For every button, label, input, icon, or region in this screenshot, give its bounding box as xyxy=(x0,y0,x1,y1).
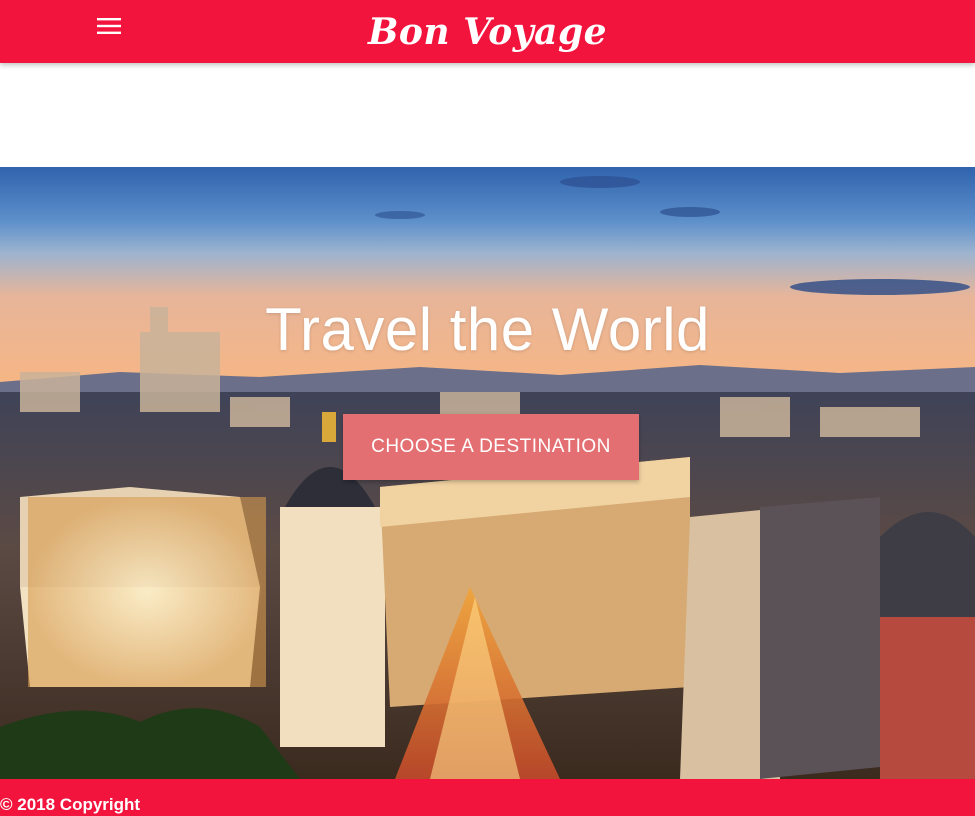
navbar: Bon Voyage xyxy=(0,0,975,63)
footer: © 2018 Copyright xyxy=(0,779,975,816)
blank-spacer xyxy=(0,63,975,167)
hero-banner: Travel the World CHOOSE A DESTINATION xyxy=(0,167,975,779)
hero-title: Travel the World xyxy=(265,296,710,363)
copyright-text: © 2018 Copyright xyxy=(0,795,141,814)
brand-logo[interactable]: Bon Voyage xyxy=(358,0,618,63)
hamburger-menu-icon xyxy=(97,18,121,34)
choose-destination-button[interactable]: CHOOSE A DESTINATION xyxy=(343,414,639,480)
menu-button[interactable] xyxy=(91,12,127,40)
